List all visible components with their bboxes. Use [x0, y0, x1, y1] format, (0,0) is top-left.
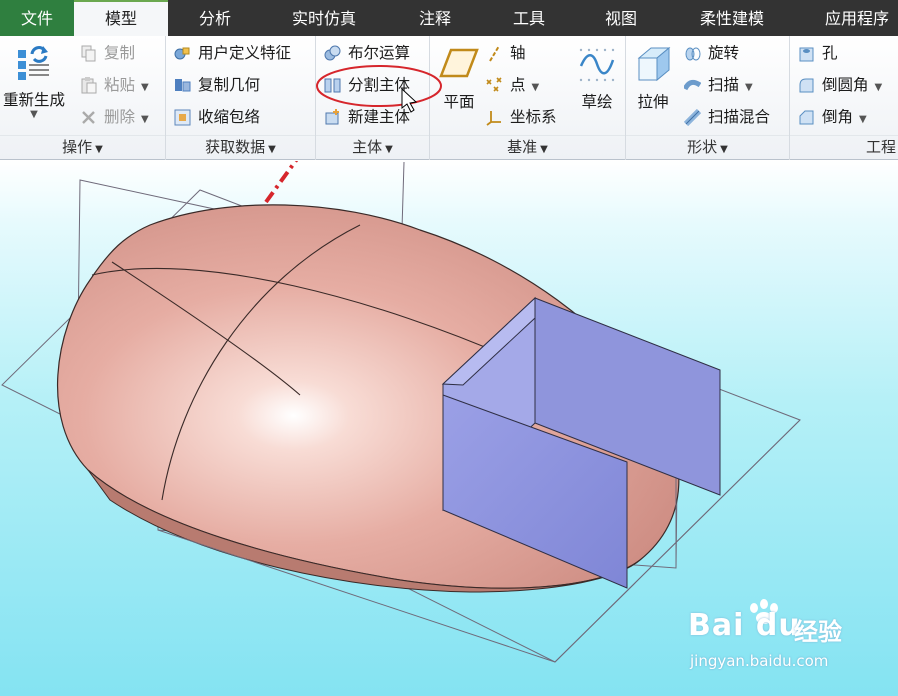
baidu-watermark: Bai du 经验 jingyan.baidu.com: [688, 598, 888, 678]
watermark-brand: Bai du: [688, 608, 801, 643]
highlight-overlay: [316, 65, 442, 113]
watermark-url: jingyan.baidu.com: [690, 652, 829, 670]
split-body-highlight-ring: [316, 65, 442, 107]
watermark-suffix: 经验: [794, 618, 842, 646]
mouse-cursor-icon: [401, 87, 418, 113]
